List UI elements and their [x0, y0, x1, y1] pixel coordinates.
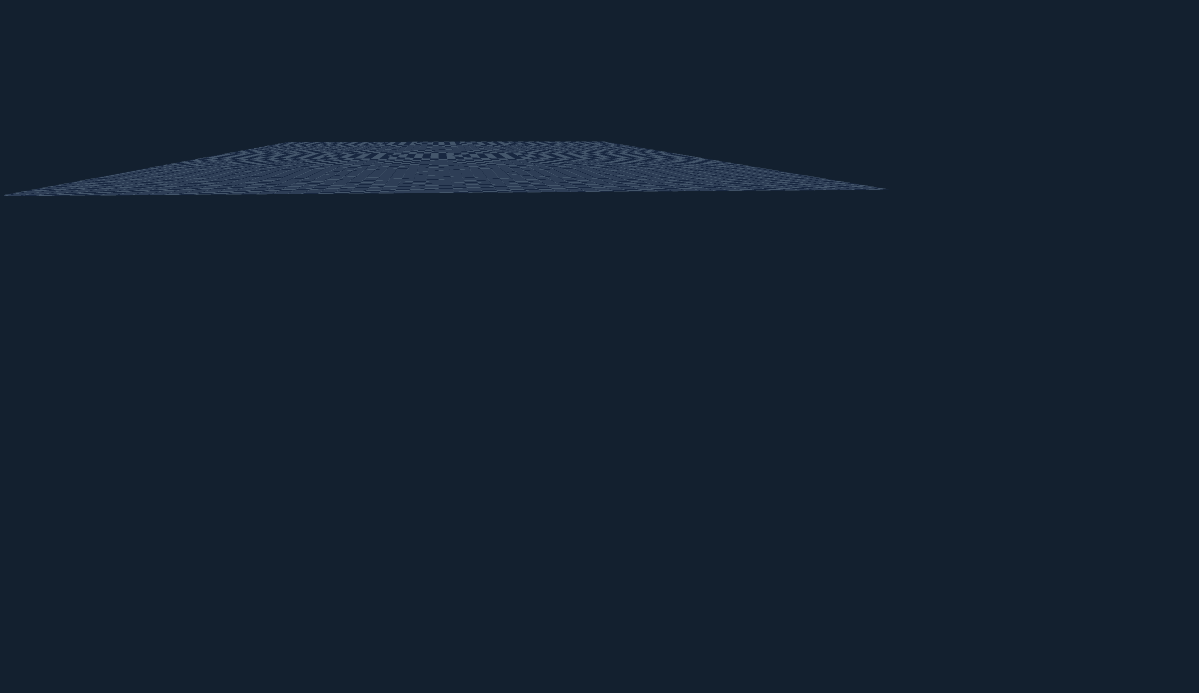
ribbon-tab-view[interactable]: VIEW: [471, 5, 499, 16]
chat-feedback-icon: [1028, 2, 1043, 15]
toolbar-options-button[interactable]: [189, 2, 209, 20]
tab-label: Horn of salvation: [26, 28, 109, 40]
watermark-text: mortingit: [888, 592, 1014, 623]
update-dot-icon: [849, 8, 855, 14]
user-avatar[interactable]: [976, 2, 993, 19]
share-icon: [1102, 2, 1115, 15]
document-tab-bar: Horn of salvation × ⚙: [0, 22, 1199, 46]
help-icon: ?: [1057, 6, 1062, 15]
stop-icon: [146, 6, 156, 16]
update-available-button[interactable]: Update Available: [849, 5, 940, 16]
redo-button[interactable]: [93, 2, 113, 20]
bottom-strip: [0, 666, 1199, 693]
update-available-label: Update Available: [860, 5, 940, 16]
command-input[interactable]: [16, 651, 1189, 664]
ribbon-tab-plugins[interactable]: PLUGINS: [525, 5, 573, 16]
roblox-studio-window: FILE HOME MODEL AVATAR TEST VIEW PLUGINS…: [0, 0, 1199, 693]
add-person-icon: [1003, 2, 1018, 15]
glow-spark: [579, 313, 591, 325]
command-bar: ⋮ ▾: [0, 648, 1199, 665]
ribbon-tab-home[interactable]: HOME: [227, 5, 259, 16]
add-collaborator-button[interactable]: [1003, 2, 1018, 20]
notifications-button[interactable]: [950, 3, 966, 19]
ribbon-tab-strip: HOME MODEL AVATAR TEST VIEW PLUGINS: [227, 5, 573, 16]
toolbar-options-chevron-icon: [195, 6, 204, 16]
undo-button[interactable]: [165, 2, 185, 20]
ai-assistant-button[interactable]: AI Assistant: [770, 5, 839, 17]
username-label[interactable]: Elijah06766: [1125, 5, 1177, 16]
dummy-character: Dummy: [499, 217, 649, 422]
undo-icon: [168, 5, 182, 17]
ribbon-tab-model[interactable]: MODEL: [286, 5, 325, 16]
spark-particles: [499, 217, 502, 220]
tab-horn-of-salvation[interactable]: Horn of salvation ×: [0, 22, 134, 45]
viewport-frame: Dummy mortingit: [0, 46, 1199, 648]
play-icon: [122, 5, 133, 17]
notification-badge: [949, 14, 954, 19]
flame-particle: [541, 367, 601, 415]
command-bar-drag-handle[interactable]: ⋮: [0, 652, 16, 662]
chevron-down-icon: [751, 7, 760, 14]
ai-assistant-label: AI Assistant: [787, 5, 839, 16]
share-button[interactable]: [1102, 2, 1115, 20]
command-history-dropdown-icon[interactable]: ▾: [1189, 653, 1199, 662]
flame-particle: [599, 309, 659, 381]
place-file-icon: [8, 27, 20, 41]
help-button[interactable]: ?: [1053, 4, 1066, 17]
new-file-button[interactable]: [45, 2, 65, 20]
flame-particle: [495, 317, 553, 379]
cloud-icon: [1076, 4, 1092, 15]
new-file-icon: [49, 4, 61, 18]
recorder-logo: [1144, 587, 1190, 639]
play-button[interactable]: [117, 2, 137, 20]
menu-bar-right-cluster: AI Assistant Update Available ? Elijah06…: [751, 2, 1191, 20]
sky: [4, 47, 1195, 119]
feedback-button[interactable]: [1028, 2, 1043, 20]
dummy-name-label: Dummy: [499, 217, 649, 234]
ribbon-tab-avatar[interactable]: AVATAR: [350, 5, 391, 16]
sparkle-icon: [770, 5, 782, 17]
viewport-3d[interactable]: Dummy mortingit: [4, 47, 1195, 648]
open-place-button[interactable]: [69, 2, 89, 20]
file-menu[interactable]: FILE: [8, 5, 31, 16]
ribbon-tab-test[interactable]: TEST: [417, 5, 445, 16]
tab-close-icon[interactable]: ×: [115, 27, 125, 40]
stop-button[interactable]: [141, 2, 161, 20]
menu-bar: FILE HOME MODEL AVATAR TEST VIEW PLUGINS…: [0, 0, 1199, 22]
studio-settings-gear-icon[interactable]: ⚙: [1179, 27, 1191, 40]
user-dropdown-chevron-icon[interactable]: ▾: [1187, 6, 1191, 15]
ribbon-collapse-button[interactable]: [751, 7, 760, 14]
open-import-icon: [73, 4, 86, 17]
redo-icon: [96, 5, 110, 17]
cloud-sync-button[interactable]: [1076, 2, 1092, 20]
spark-particles: [1074, 149, 1078, 153]
